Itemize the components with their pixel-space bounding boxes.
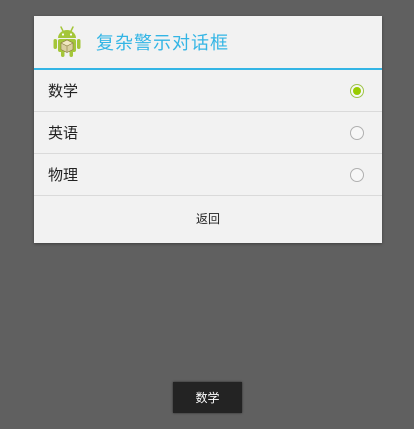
android-icon xyxy=(53,26,81,57)
option-label: 数学 xyxy=(48,82,79,100)
option-list: 数学 英语 物理 xyxy=(34,70,382,196)
option-label: 英语 xyxy=(48,124,79,142)
dialog-header: 复杂警示对话框 xyxy=(34,16,382,70)
alert-dialog: 复杂警示对话框 数学 英语 物理 返回 xyxy=(34,16,382,243)
toast-message: 数学 xyxy=(173,382,242,413)
option-english[interactable]: 英语 xyxy=(34,112,382,154)
option-label: 物理 xyxy=(48,166,79,184)
option-math[interactable]: 数学 xyxy=(34,70,382,112)
back-button[interactable]: 返回 xyxy=(34,196,382,240)
dialog-title: 复杂警示对话框 xyxy=(96,33,229,54)
radio-button[interactable] xyxy=(350,125,364,140)
radio-button[interactable] xyxy=(350,167,364,182)
option-physics[interactable]: 物理 xyxy=(34,154,382,196)
radio-button-checked[interactable] xyxy=(350,83,364,98)
